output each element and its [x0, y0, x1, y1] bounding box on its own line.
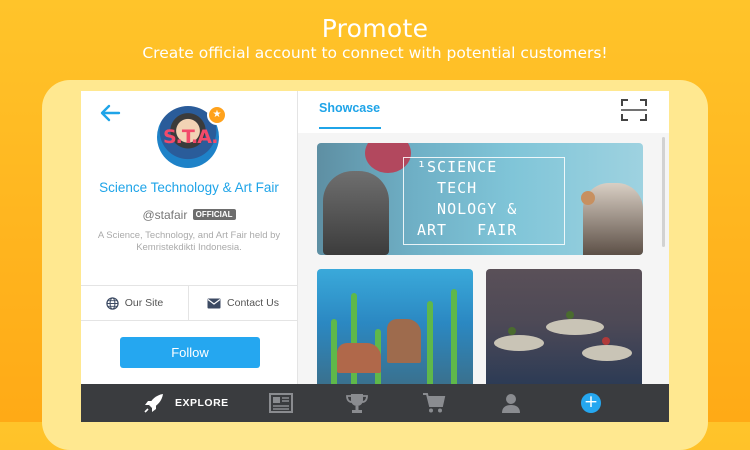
trophy-icon — [346, 394, 368, 413]
nav-explore[interactable]: EXPLORE — [143, 384, 229, 422]
arrow-left-icon[interactable] — [99, 103, 121, 123]
account-name: Science Technology & Art Fair — [99, 180, 279, 195]
showcase-banner[interactable]: ¹SCIENCE TECH NOLOGY & ART FAIR — [317, 143, 643, 255]
star-icon: ★ — [207, 105, 227, 125]
nav-trophy[interactable] — [345, 384, 369, 422]
palm-graphic — [602, 337, 610, 345]
island-graphic — [582, 345, 632, 361]
seaweed-graphic — [427, 301, 433, 389]
avatar-logo-text: S.T.A.F — [163, 126, 219, 148]
scrollbar[interactable] — [662, 137, 665, 247]
palm-graphic — [566, 311, 574, 319]
profile-links: Our Site Contact Us — [81, 285, 297, 321]
scan-frame-icon[interactable] — [620, 98, 648, 122]
follow-button[interactable]: Follow — [120, 337, 260, 368]
handle-row: @stafair OFFICIAL — [81, 208, 297, 222]
app-screen: S.T.A.F ★ Science Technology & Art Fair … — [81, 91, 669, 422]
rock-graphic — [337, 343, 381, 373]
statue-graphic — [323, 171, 389, 255]
nav-explore-label: EXPLORE — [175, 397, 229, 409]
tab-showcase[interactable]: Showcase — [319, 101, 380, 115]
island-graphic — [494, 335, 544, 351]
envelope-icon — [207, 298, 221, 308]
palm-graphic — [508, 327, 516, 335]
planet-graphic — [581, 191, 595, 205]
nav-profile[interactable] — [500, 384, 522, 422]
nav-feed[interactable] — [269, 384, 293, 422]
contact-us-link[interactable]: Contact Us — [189, 286, 297, 320]
our-site-label: Our Site — [124, 297, 164, 309]
globe-icon — [106, 296, 119, 310]
account-handle: @stafair — [142, 208, 188, 222]
bottom-nav: EXPLORE + — [81, 384, 669, 422]
tab-active-indicator — [319, 127, 381, 129]
showcase-panel: Showcase ¹SCIENCE TECH NOLOGY & ART FAIR — [298, 91, 669, 389]
showcase-card-islands[interactable] — [486, 269, 642, 389]
seaweed-graphic — [351, 293, 357, 389]
cart-icon — [423, 393, 446, 413]
promo-subtitle: Create official account to connect with … — [142, 44, 608, 62]
nav-cart[interactable] — [422, 384, 446, 422]
tab-bar: Showcase — [298, 91, 669, 133]
account-description: A Science, Technology, and Art Fair held… — [97, 230, 281, 253]
user-icon — [502, 394, 520, 413]
showcase-card-ocean[interactable] — [317, 269, 473, 389]
rocket-icon — [144, 394, 163, 413]
official-badge: OFFICIAL — [192, 209, 236, 220]
island-graphic — [546, 319, 604, 335]
nav-add[interactable]: + — [581, 384, 601, 422]
seaweed-graphic — [451, 289, 457, 389]
promo-title: Promote — [321, 14, 429, 43]
newspaper-icon — [269, 393, 293, 413]
profile-panel: S.T.A.F ★ Science Technology & Art Fair … — [81, 91, 298, 384]
our-site-link[interactable]: Our Site — [81, 286, 189, 320]
rock-graphic — [387, 319, 421, 363]
add-icon: + — [581, 393, 601, 413]
banner-title: ¹SCIENCE TECH NOLOGY & ART FAIR — [417, 158, 518, 239]
contact-us-label: Contact Us — [227, 297, 279, 309]
